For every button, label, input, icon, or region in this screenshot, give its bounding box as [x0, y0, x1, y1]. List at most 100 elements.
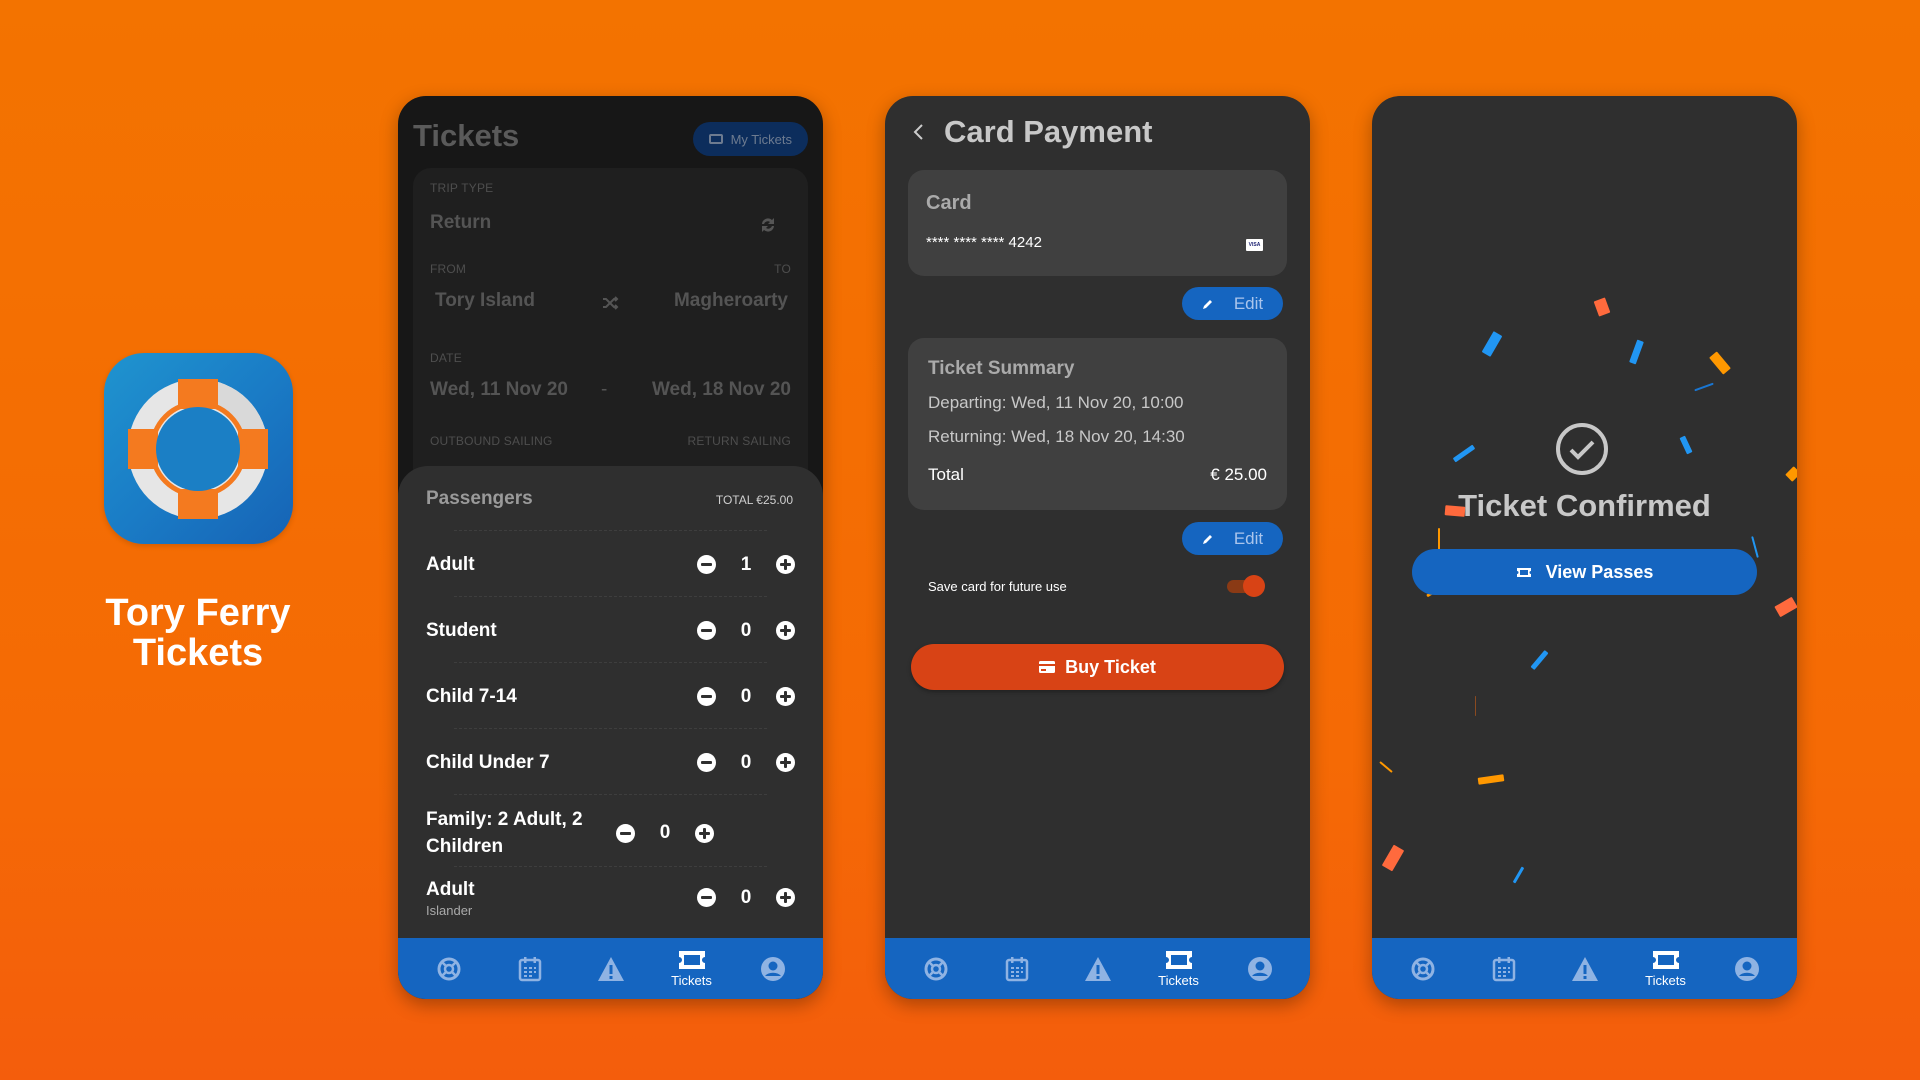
from-label: FROM: [430, 262, 467, 276]
nav-item-tickets[interactable]: Tickets: [1149, 938, 1209, 999]
bottom-nav: Tickets: [1372, 938, 1797, 999]
nav-item-tickets[interactable]: Tickets: [1636, 938, 1696, 999]
nav-item-lifebuoy[interactable]: [906, 938, 966, 999]
nav-label: Tickets: [1158, 973, 1199, 988]
nav-item-lifebuoy[interactable]: [419, 938, 479, 999]
nav-item-alerts[interactable]: [1068, 938, 1128, 999]
divider: [454, 530, 767, 531]
passenger-row: Family: 2 Adult, 2 Children 0: [426, 806, 795, 860]
shuffle-icon[interactable]: [601, 294, 619, 312]
tickets-screen: Tickets My Tickets TRIP TYPE Return FROM…: [398, 96, 823, 999]
date-out[interactable]: Wed, 11 Nov 20: [430, 379, 568, 401]
back-arrow-icon[interactable]: [907, 120, 931, 144]
edit-summary-button[interactable]: Edit: [1182, 522, 1283, 555]
app-icon: [104, 353, 293, 544]
outbound-sailing-label[interactable]: OUTBOUND SAILING: [430, 434, 553, 448]
page-title: Tickets: [413, 118, 520, 153]
plus-button[interactable]: [695, 823, 714, 843]
total-value: € 25.00: [1210, 465, 1267, 484]
quantity-stepper: 0: [697, 620, 795, 642]
confirmation-screen: Ticket Confirmed View Passes Tickets: [1372, 96, 1797, 999]
bottom-nav: Tickets: [398, 938, 823, 999]
calendar-icon: [518, 956, 541, 981]
confetti-piece: [1477, 774, 1505, 785]
nav-item-calendar[interactable]: [987, 938, 1047, 999]
plus-button[interactable]: [776, 753, 795, 772]
nav-item-calendar[interactable]: [500, 938, 560, 999]
minus-button[interactable]: [697, 753, 716, 772]
view-passes-button[interactable]: View Passes: [1412, 549, 1757, 595]
passenger-row: Adult Islander 0: [426, 876, 795, 919]
buy-ticket-button[interactable]: Buy Ticket: [911, 644, 1284, 690]
plus-button[interactable]: [776, 888, 795, 907]
plus-button[interactable]: [776, 555, 795, 574]
passengers-title: Passengers: [426, 488, 533, 509]
confetti-piece: [1475, 696, 1476, 716]
date-separator: -: [601, 379, 608, 400]
passenger-name: Child Under 7: [426, 752, 550, 773]
nav-item-account[interactable]: [1230, 938, 1290, 999]
edit-card-button[interactable]: Edit: [1182, 287, 1283, 320]
passenger-row: Adult 1: [426, 551, 795, 578]
nav-item-account[interactable]: [743, 938, 803, 999]
nav-item-tickets[interactable]: Tickets: [662, 938, 722, 999]
passenger-count: 1: [740, 553, 752, 575]
app-name: Tory Ferry Tickets: [70, 593, 326, 673]
my-tickets-button[interactable]: My Tickets: [692, 122, 808, 156]
card-panel: Card **** **** **** 4242 VISA: [908, 170, 1287, 276]
check-circle-icon: [1556, 423, 1608, 475]
minus-button[interactable]: [697, 555, 716, 574]
divider: [454, 866, 767, 867]
confetti-piece: [1530, 649, 1549, 671]
nav-item-alerts[interactable]: [1555, 938, 1615, 999]
swap-cycle-icon[interactable]: [758, 215, 778, 235]
minus-button[interactable]: [697, 888, 716, 907]
nav-label: Tickets: [671, 973, 712, 988]
date-label: DATE: [430, 351, 462, 365]
trip-type-value[interactable]: Return: [430, 212, 491, 234]
total-label: Total: [928, 465, 964, 484]
quantity-stepper: 1: [697, 554, 795, 576]
quantity-stepper: 0: [616, 822, 714, 844]
nav-item-calendar[interactable]: [1474, 938, 1534, 999]
from-value[interactable]: Tory Island: [435, 290, 535, 312]
confetti-piece: [1381, 844, 1405, 872]
confirmation-title: Ticket Confirmed: [1458, 488, 1711, 523]
passenger-name: Adult: [426, 879, 475, 900]
confetti-piece: [1774, 596, 1797, 618]
minus-button[interactable]: [697, 687, 716, 706]
divider: [454, 728, 767, 729]
pencil-icon: [1202, 299, 1212, 309]
passenger-row: Student 0: [426, 617, 795, 644]
toggle-knob: [1243, 575, 1265, 597]
save-card-row: Save card for future use: [928, 575, 1265, 597]
save-card-toggle[interactable]: [1227, 575, 1265, 597]
summary-title: Ticket Summary: [928, 358, 1075, 379]
passenger-count: 0: [659, 822, 671, 843]
passenger-count: 0: [740, 685, 752, 707]
passenger-row: Child Under 7 0: [426, 749, 795, 776]
return-sailing-label[interactable]: RETURN SAILING: [688, 434, 791, 448]
nav-item-alerts[interactable]: [581, 938, 641, 999]
ticket-icon: [678, 951, 705, 969]
confetti-piece: [1679, 435, 1693, 455]
plus-button[interactable]: [776, 621, 795, 640]
to-value[interactable]: Magheroarty: [674, 290, 788, 312]
confetti-piece: [1512, 866, 1525, 884]
departing-text: Departing: Wed, 11 Nov 20, 10:00: [928, 393, 1184, 412]
confetti-piece: [1481, 331, 1503, 357]
passengers-total: TOTAL €25.00: [715, 493, 793, 507]
nav-item-lifebuoy[interactable]: [1393, 938, 1453, 999]
divider: [454, 662, 767, 663]
passenger-subtitle: Islander: [426, 903, 473, 918]
nav-item-account[interactable]: [1717, 938, 1777, 999]
account-icon: [1247, 956, 1272, 981]
calendar-icon: [1492, 956, 1515, 981]
minus-button[interactable]: [697, 621, 716, 640]
date-return[interactable]: Wed, 18 Nov 20: [652, 379, 791, 401]
divider: [454, 596, 767, 597]
passenger-count: 0: [740, 751, 752, 773]
minus-button[interactable]: [616, 823, 635, 843]
plus-button[interactable]: [776, 687, 795, 706]
quantity-stepper: 0: [697, 686, 795, 708]
